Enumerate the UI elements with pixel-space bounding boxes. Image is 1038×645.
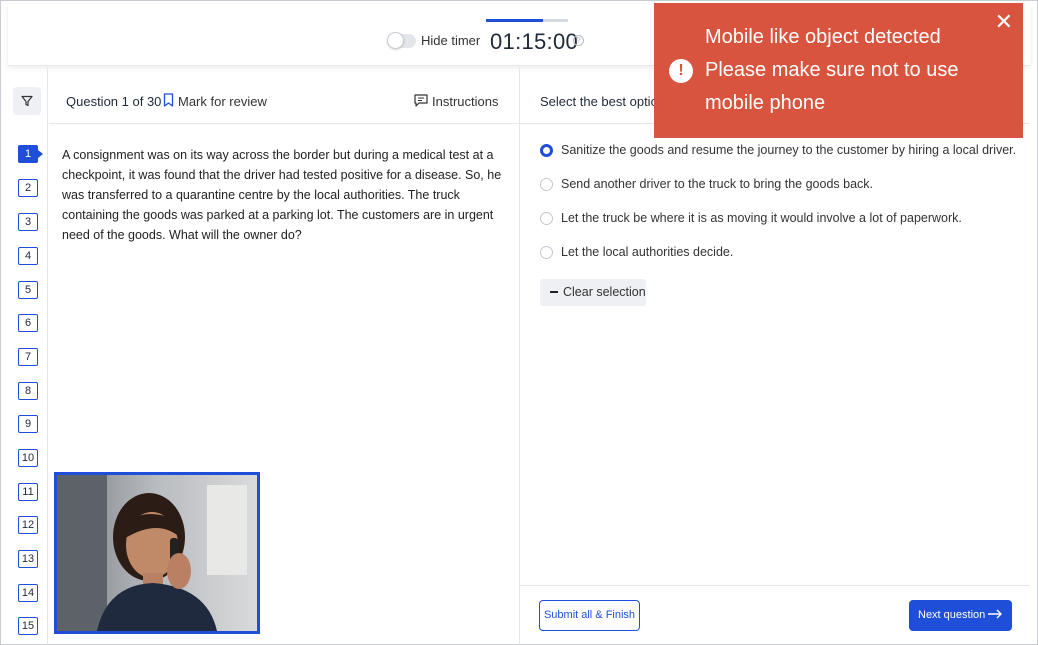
answer-option[interactable]: Send another driver to the truck to brin… <box>540 175 873 193</box>
option-prompt: Select the best option <box>540 94 666 109</box>
answer-option-label: Let the truck be where it is as moving i… <box>561 211 962 225</box>
bookmark-icon[interactable] <box>163 93 174 107</box>
timer-value: 01:15:00 <box>490 29 579 54</box>
question-number-button[interactable]: 3 <box>18 213 38 231</box>
question-number-button[interactable]: 14 <box>18 584 38 602</box>
help-circle-icon[interactable]: ? <box>573 35 584 46</box>
question-number-button[interactable]: 6 <box>18 314 38 332</box>
alert-line-3: mobile phone <box>705 92 826 114</box>
minus-icon <box>550 291 558 293</box>
question-number-button[interactable]: 9 <box>18 415 38 433</box>
filter-icon <box>21 95 33 107</box>
question-number-button[interactable]: 1 <box>18 145 43 163</box>
question-header: Question 1 of 30 Mark for review Instruc… <box>49 68 519 124</box>
proctoring-alert: ✕ ! Mobile like object detected Please m… <box>654 3 1023 138</box>
close-icon[interactable]: ✕ <box>995 11 1013 33</box>
timer-progress-fill <box>486 19 544 22</box>
alert-line-1: Mobile like object detected <box>705 26 941 48</box>
answer-option[interactable]: Sanitize the goods and resume the journe… <box>540 141 1016 159</box>
panel-divider <box>519 68 520 645</box>
instructions-icon[interactable] <box>414 94 428 107</box>
warning-icon: ! <box>669 59 693 83</box>
question-number-button[interactable]: 11 <box>18 483 38 501</box>
question-number-button[interactable]: 8 <box>18 382 38 400</box>
webcam-preview <box>54 472 260 634</box>
next-question-button[interactable]: Next question <box>909 600 1012 631</box>
timer-progress-bar <box>486 19 568 22</box>
question-number-button[interactable]: 2 <box>18 179 38 197</box>
alert-line-2: Please make sure not to use <box>705 59 959 81</box>
radio-button[interactable] <box>540 211 553 225</box>
radio-button[interactable] <box>540 143 553 157</box>
question-number-button[interactable]: 10 <box>18 449 38 467</box>
question-number-button[interactable]: 12 <box>18 516 38 534</box>
answer-option[interactable]: Let the local authorities decide. <box>540 243 733 261</box>
question-number-button[interactable]: 4 <box>18 247 38 265</box>
mark-for-review-button[interactable]: Mark for review <box>178 94 267 109</box>
submit-finish-button[interactable]: Submit all & Finish <box>539 600 640 631</box>
question-count: Question 1 of 30 <box>66 94 162 109</box>
question-number-button[interactable]: 13 <box>18 550 38 568</box>
answer-option[interactable]: Let the truck be where it is as moving i… <box>540 209 962 227</box>
question-text: A consignment was on its way across the … <box>62 148 502 242</box>
webcam-person-image <box>57 475 257 631</box>
answer-option-label: Send another driver to the truck to brin… <box>561 177 873 191</box>
hide-timer-toggle[interactable] <box>387 32 416 49</box>
instructions-button[interactable]: Instructions <box>432 94 498 109</box>
answer-option-label: Sanitize the goods and resume the journe… <box>561 143 1017 157</box>
filter-button[interactable] <box>13 87 41 115</box>
question-number-button[interactable]: 15 <box>18 617 38 635</box>
clear-selection-button[interactable]: Clear selection <box>540 279 646 306</box>
radio-button[interactable] <box>540 245 553 259</box>
clear-selection-label: Clear selection <box>563 285 646 299</box>
question-number-button[interactable]: 5 <box>18 281 38 299</box>
answer-option-label: Let the local authorities decide. <box>561 245 734 259</box>
toggle-knob <box>387 32 404 49</box>
radio-button[interactable] <box>540 177 553 191</box>
arrow-right-icon <box>988 609 1002 619</box>
next-question-label: Next question <box>918 609 986 621</box>
footer-divider <box>520 585 1030 586</box>
question-number-button[interactable]: 7 <box>18 348 38 366</box>
hide-timer-label: Hide timer <box>421 33 481 48</box>
